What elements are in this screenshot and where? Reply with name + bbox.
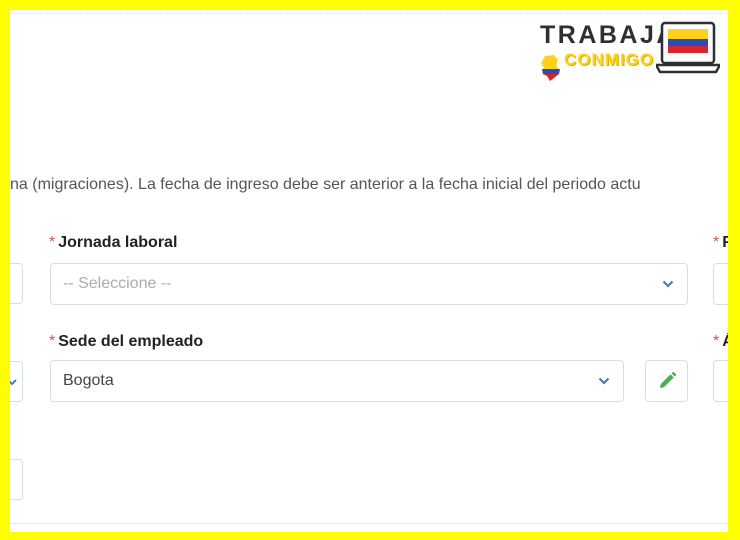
- colombia-map-icon: [541, 55, 560, 81]
- screenshot-frame: TRABAJA CONMIGO na (migraciones). La fec…: [0, 0, 740, 540]
- right-column-label-2-text: Á: [722, 333, 728, 350]
- brand-logo: TRABAJA CONMIGO: [538, 18, 728, 81]
- right-column-field-1[interactable]: [713, 263, 728, 305]
- jornada-select[interactable]: -- Seleccione --: [50, 263, 688, 305]
- top-divider: [10, 13, 728, 14]
- chevron-down-icon: [661, 277, 675, 291]
- sede-label-text: Sede del empleado: [58, 333, 204, 350]
- right-column-label-2: *Á: [713, 333, 728, 351]
- sede-select-value: Bogota: [63, 372, 114, 389]
- left-column-field-1[interactable]: [10, 263, 23, 304]
- edit-sede-button[interactable]: [645, 360, 688, 402]
- laptop-flag-icon: [656, 21, 720, 74]
- required-marker: *: [49, 234, 56, 251]
- chevron-down-icon: [597, 374, 611, 388]
- right-column-label-1: * F: [713, 234, 728, 252]
- logo-subtitle: CONMIGO: [564, 50, 655, 69]
- left-column-field-2[interactable]: [10, 361, 23, 402]
- chevron-down-icon: [10, 379, 17, 386]
- jornada-label-text: Jornada laboral: [58, 234, 178, 251]
- left-column-field-3[interactable]: [10, 459, 23, 500]
- required-marker: *: [713, 234, 720, 251]
- right-column-label-1-text: F: [722, 234, 728, 251]
- jornada-select-value: -- Seleccione --: [63, 275, 172, 292]
- sede-select[interactable]: Bogota: [50, 360, 624, 402]
- right-column-field-2[interactable]: [713, 360, 728, 402]
- required-marker: *: [713, 333, 720, 350]
- jornada-label: * Jornada laboral: [49, 234, 177, 252]
- date-notice-text: na (migraciones). La fecha de ingreso de…: [10, 176, 641, 193]
- sede-label: * Sede del empleado: [49, 333, 203, 351]
- bottom-divider: [10, 523, 728, 524]
- pencil-icon: [659, 371, 676, 388]
- form-screen: TRABAJA CONMIGO na (migraciones). La fec…: [10, 10, 728, 532]
- required-marker: *: [49, 333, 56, 350]
